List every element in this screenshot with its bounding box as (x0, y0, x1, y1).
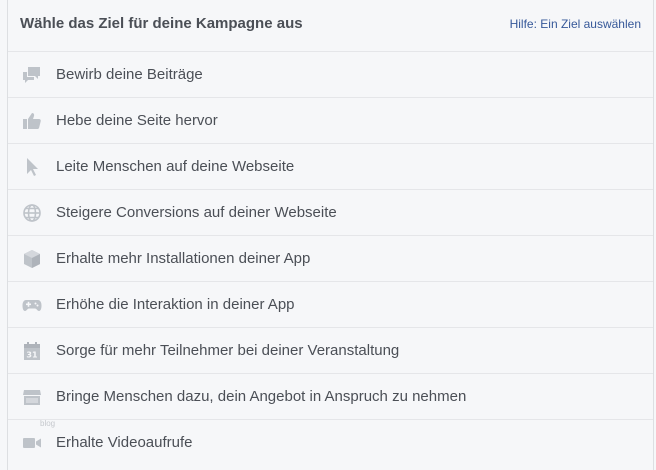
speech-bubbles-icon (22, 65, 42, 85)
objective-label: Sorge für mehr Teilnehmer bei deiner Ver… (56, 342, 400, 359)
objective-list: Bewirb deine Beiträge Hebe deine Seite h… (8, 52, 653, 466)
objective-item-app-engagement[interactable]: Erhöhe die Interaktion in deiner App (8, 282, 653, 328)
objective-item-promote-posts[interactable]: Bewirb deine Beiträge (8, 52, 653, 98)
objective-label: Hebe deine Seite hervor (56, 112, 218, 129)
box-icon (22, 249, 42, 269)
objective-item-event-responses[interactable]: 31 Sorge für mehr Teilnehmer bei deiner … (8, 328, 653, 374)
video-camera-icon (22, 433, 42, 453)
cursor-arrow-icon (22, 157, 42, 177)
objective-label: Steigere Conversions auf deiner Webseite (56, 204, 337, 221)
objective-item-video-views[interactable]: Erhalte Videoaufrufe (8, 420, 653, 466)
objective-label: Erhalte mehr Installationen deiner App (56, 250, 311, 267)
objective-label: Leite Menschen auf deine Webseite (56, 158, 295, 175)
calendar-day-number: 31 (26, 351, 38, 360)
help-link[interactable]: Hilfe: Ein Ziel auswählen (510, 17, 641, 31)
objective-item-website-clicks[interactable]: Leite Menschen auf deine Webseite (8, 144, 653, 190)
objective-label: Erhalte Videoaufrufe (56, 434, 193, 451)
objective-label: Bewirb deine Beiträge (56, 66, 203, 83)
objective-panel: Wähle das Ziel für deine Kampagne aus Hi… (7, 0, 654, 470)
thumbs-up-icon (22, 111, 42, 131)
globe-icon (22, 203, 42, 223)
watermark-text: blog (40, 419, 56, 428)
objective-item-app-installs[interactable]: Erhalte mehr Installationen deiner App (8, 236, 653, 282)
storefront-icon (22, 387, 42, 407)
gamepad-icon (22, 295, 42, 315)
page-title: Wähle das Ziel für deine Kampagne aus (20, 15, 303, 32)
objective-label: Bringe Menschen dazu, dein Angebot in An… (56, 388, 467, 405)
calendar-icon: 31 (22, 341, 42, 361)
objective-label: Erhöhe die Interaktion in deiner App (56, 296, 295, 313)
objective-item-promote-page[interactable]: Hebe deine Seite hervor (8, 98, 653, 144)
objective-item-offer-claims[interactable]: Bringe Menschen dazu, dein Angebot in An… (8, 374, 653, 420)
objective-item-website-conversions[interactable]: Steigere Conversions auf deiner Webseite (8, 190, 653, 236)
panel-header: Wähle das Ziel für deine Kampagne aus Hi… (8, 0, 653, 52)
